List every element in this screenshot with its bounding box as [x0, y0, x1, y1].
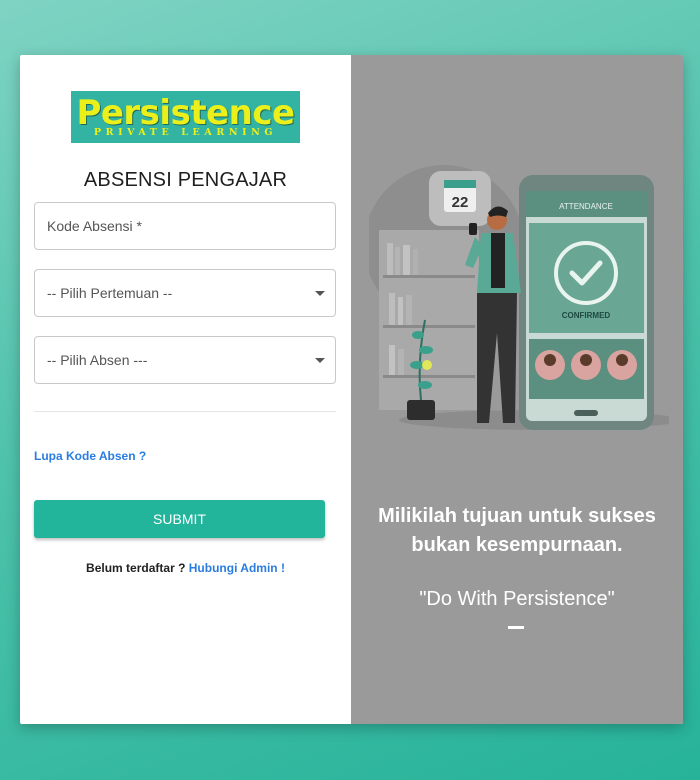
form-panel: Persistence PRIVATE LEARNING ABSENSI PEN… [20, 55, 351, 724]
absen-select[interactable]: -- Pilih Absen --- [34, 336, 336, 384]
absen-selected-value: -- Pilih Absen --- [47, 352, 148, 368]
chevron-down-icon [315, 291, 325, 296]
phone-header-text: ATTENDANCE [559, 202, 613, 211]
illustration-panel: 22 ATTENDANCE CONFIRMED Milikilah tujuan… [351, 55, 683, 724]
forgot-code-link[interactable]: Lupa Kode Absen ? [34, 449, 146, 463]
tagline-line-1: Milikilah tujuan untuk sukses [378, 505, 656, 527]
calendar-day: 22 [452, 194, 469, 211]
phone-status-text: CONFIRMED [562, 311, 611, 320]
kode-absensi-input[interactable] [35, 203, 335, 249]
contact-admin-link[interactable]: Hubungi Admin ! [189, 561, 285, 575]
attendance-illustration: 22 ATTENDANCE CONFIRMED [369, 165, 669, 430]
pertemuan-selected-value: -- Pilih Pertemuan -- [47, 285, 173, 301]
pertemuan-select[interactable]: -- Pilih Pertemuan -- [34, 269, 336, 317]
submit-button[interactable]: SUBMIT [34, 500, 325, 538]
divider [34, 411, 336, 412]
tagline-line-2: bukan kesempurnaan. [411, 534, 623, 556]
logo-sub-text: PRIVATE LEARNING [93, 127, 278, 138]
login-card: Persistence PRIVATE LEARNING ABSENSI PEN… [20, 55, 683, 724]
register-prompt: Belum terdaftar ? Hubungi Admin ! [20, 561, 351, 575]
calendar-icon: 22 [429, 171, 491, 226]
phone-illustration: ATTENDANCE CONFIRMED [519, 175, 654, 430]
page-title: ABSENSI PENGAJAR [83, 169, 288, 191]
register-text: Belum terdaftar ? [86, 561, 186, 575]
brand-logo: Persistence PRIVATE LEARNING [71, 91, 300, 143]
quote-text: "Do With Persistence" [419, 588, 615, 610]
tagline: Milikilah tujuan untuk sukses bukan kese… [351, 502, 683, 560]
dash-divider [508, 626, 524, 629]
kode-absensi-field[interactable] [34, 202, 336, 250]
chevron-down-icon [315, 358, 325, 363]
